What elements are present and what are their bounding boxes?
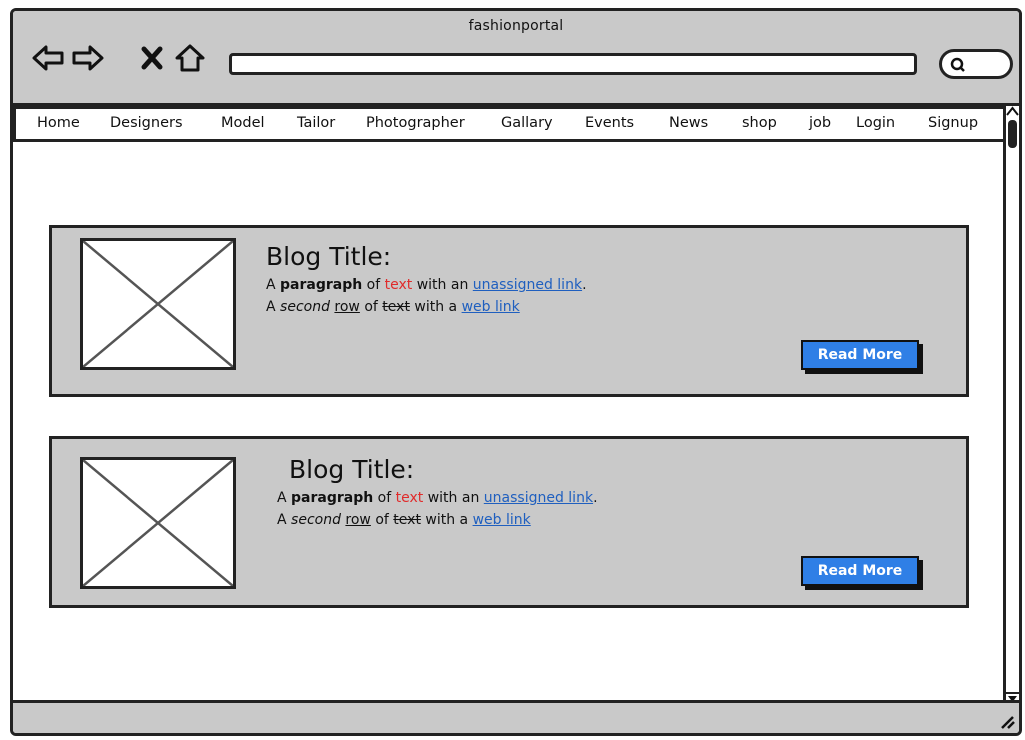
arrow-left-icon (32, 45, 64, 71)
title-bar: fashionportal (13, 11, 1019, 106)
read-more-button[interactable]: Read More (801, 556, 919, 586)
blog-paragraph-line-2: A second row of text with a web link (277, 512, 531, 528)
window-title: fashionportal (468, 18, 564, 34)
home-icon (175, 44, 205, 72)
main-menu: Home Designers Model Tailor Photographer… (13, 106, 1009, 142)
vertical-scrollbar[interactable] (1003, 106, 1019, 706)
menu-item-signup[interactable]: Signup (928, 115, 978, 131)
browser-window: fashionportal Home Designers Model Tailo… (10, 8, 1022, 736)
menu-item-shop[interactable]: shop (742, 115, 777, 131)
scroll-up-icon[interactable] (1006, 106, 1019, 116)
stop-button[interactable] (135, 41, 169, 75)
web-link[interactable]: web link (462, 299, 520, 315)
menu-item-home[interactable]: Home (37, 115, 80, 131)
menu-item-model[interactable]: Model (221, 115, 265, 131)
scroll-thumb[interactable] (1008, 120, 1017, 148)
blog-post-card: Blog Title: A paragraph of text with an … (49, 225, 969, 397)
menu-item-photographer[interactable]: Photographer (366, 115, 465, 131)
menu-item-login[interactable]: Login (856, 115, 895, 131)
menu-item-events[interactable]: Events (585, 115, 634, 131)
search-icon (950, 57, 965, 72)
menu-item-news[interactable]: News (669, 115, 708, 131)
menu-item-tailor[interactable]: Tailor (297, 115, 335, 131)
unassigned-link[interactable]: unassigned link (473, 277, 582, 293)
image-placeholder (80, 457, 236, 589)
blog-paragraph-line-1: A paragraph of text with an unassigned l… (277, 490, 598, 506)
blog-paragraph-line-1: A paragraph of text with an unassigned l… (266, 277, 587, 293)
unassigned-link[interactable]: unassigned link (484, 490, 593, 506)
image-placeholder-icon (83, 460, 233, 586)
blog-title: Blog Title: (289, 455, 415, 484)
blog-paragraph-line-2: A second row of text with a web link (266, 299, 520, 315)
web-link[interactable]: web link (473, 512, 531, 528)
blog-post-card: Blog Title: A paragraph of text with an … (49, 436, 969, 608)
back-button[interactable] (31, 41, 65, 75)
address-bar[interactable] (229, 53, 917, 75)
image-placeholder (80, 238, 236, 370)
search-field[interactable] (939, 49, 1013, 79)
read-more-button[interactable]: Read More (801, 340, 919, 370)
close-icon (141, 46, 163, 70)
arrow-right-icon (72, 45, 104, 71)
menu-item-designers[interactable]: Designers (110, 115, 183, 131)
forward-button[interactable] (71, 41, 105, 75)
menu-item-job[interactable]: job (809, 115, 831, 131)
resize-grip-icon[interactable] (999, 713, 1015, 729)
home-button[interactable] (173, 41, 207, 75)
image-placeholder-icon (83, 241, 233, 367)
status-bar (13, 700, 1019, 733)
blog-title: Blog Title: (266, 242, 392, 271)
menu-item-gallary[interactable]: Gallary (501, 115, 553, 131)
